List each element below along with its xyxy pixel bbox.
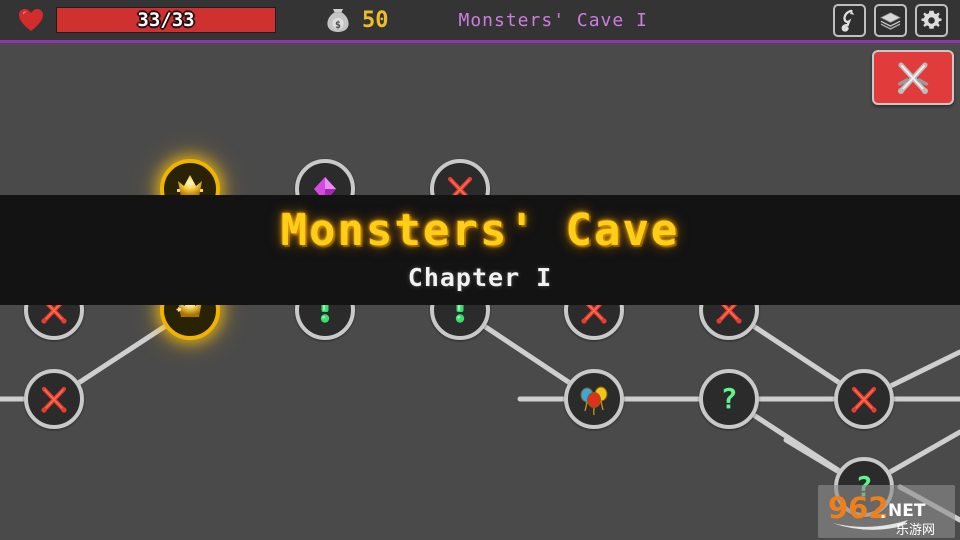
watermark-suffix: NET — [888, 501, 926, 521]
gear-icon — [921, 10, 942, 29]
stage-title: Monsters' Cave I — [458, 9, 648, 31]
watermark-dot: . — [880, 503, 886, 522]
grapple-hook-icon — [841, 9, 855, 32]
watermark-secondary: 乐游网 — [896, 523, 935, 538]
grapple-hook-button[interactable] — [833, 3, 866, 37]
money-display: $ 50 — [324, 6, 389, 34]
health-value: 33/33 — [137, 9, 195, 31]
battle-button[interactable] — [872, 50, 954, 105]
banner-title: Monsters' Cave — [280, 205, 680, 257]
map-node-party[interactable] — [564, 369, 624, 429]
game-screen: ? ? — [0, 0, 960, 540]
svg-text:$: $ — [335, 20, 341, 31]
watermark-logo: 962 . NET 乐游网 — [828, 491, 935, 538]
chapter-title-banner: Monsters' Cave Chapter I — [0, 195, 960, 305]
heart-icon — [19, 9, 43, 31]
balloons-icon — [580, 386, 608, 416]
settings-button[interactable] — [915, 3, 948, 37]
green-question-icon: ? — [721, 382, 738, 415]
crossed-swords-icon — [41, 386, 67, 413]
top-status-bar: 33/33 $ 50 Monsters' Cave I — [0, 0, 960, 43]
topbar-button-group — [833, 3, 948, 37]
crossed-swords-icon — [897, 62, 929, 94]
site-watermark: 962 . NET 乐游网 — [818, 485, 955, 538]
map-node-combat[interactable] — [834, 369, 894, 429]
crossed-swords-icon — [851, 386, 877, 413]
banner-subtitle: Chapter I — [407, 262, 553, 292]
deck-book-icon — [880, 11, 901, 30]
svg-text:?: ? — [721, 382, 738, 415]
money-bag-icon: $ — [327, 9, 349, 32]
deck-book-button[interactable] — [874, 3, 907, 37]
money-value: 50 — [362, 7, 389, 33]
map-node-combat[interactable] — [24, 369, 84, 429]
map-node-mystery[interactable]: ? — [699, 369, 759, 429]
health-bar: 33/33 — [56, 7, 276, 33]
